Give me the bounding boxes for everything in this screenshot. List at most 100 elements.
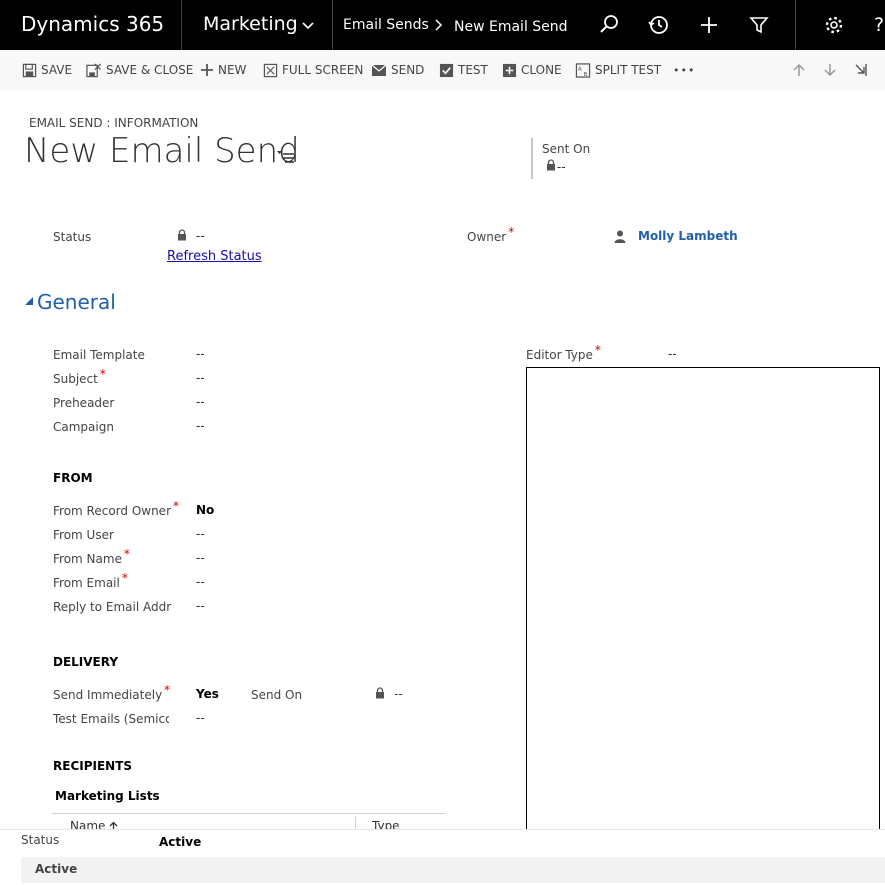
- from-record-owner-label-text: From Record Owner: [53, 504, 172, 518]
- from-user-label: From User: [53, 528, 114, 542]
- send-on-label: Send On: [251, 688, 303, 702]
- new-button-label: NEW: [218, 63, 247, 77]
- send-on-value: --: [394, 687, 403, 701]
- reply-to-email-label: Reply to Email Addres: [53, 600, 171, 614]
- new-button[interactable]: NEW: [200, 61, 246, 79]
- test-button-label: TEST: [458, 63, 488, 77]
- editor-type-label: Editor Type *: [526, 343, 601, 362]
- test-emails-field[interactable]: --: [196, 711, 205, 725]
- from-name-field[interactable]: --: [196, 551, 205, 565]
- app-brand[interactable]: Dynamics 365: [21, 12, 164, 36]
- footer-status-value: Active: [159, 835, 202, 849]
- section-title-general[interactable]: General: [37, 290, 116, 314]
- more-commands-button[interactable]: •••: [673, 61, 695, 79]
- required-indicator: *: [508, 225, 515, 239]
- footer-status-label: Status: [21, 833, 60, 847]
- status-value: --: [196, 229, 205, 243]
- from-name-label-text: From Name: [53, 552, 122, 566]
- preheader-field[interactable]: --: [196, 395, 205, 409]
- pop-out-icon[interactable]: [853, 62, 869, 78]
- arrow-up-icon[interactable]: [791, 62, 807, 78]
- module-switcher-label[interactable]: Marketing: [203, 13, 298, 35]
- lock-icon: [178, 229, 186, 241]
- send-immediately-label: Send Immediately *: [53, 683, 170, 702]
- split-test-label: SPLIT TEST: [595, 63, 662, 77]
- recent-history-icon[interactable]: [647, 13, 671, 37]
- full-screen-button[interactable]: FULL SCREEN: [263, 61, 363, 79]
- search-icon[interactable]: [597, 13, 621, 37]
- page-title: New Email Send: [24, 131, 300, 171]
- required-indicator: *: [99, 367, 106, 381]
- from-email-field[interactable]: --: [196, 575, 205, 589]
- email-template-label: Email Template: [53, 348, 145, 362]
- chevron-down-icon[interactable]: [300, 17, 316, 33]
- status-label: Status: [53, 230, 92, 244]
- split-test-icon: A B: [575, 62, 591, 78]
- editor-type-field[interactable]: --: [668, 347, 677, 361]
- save-disk-icon: [22, 63, 37, 77]
- arrow-down-icon[interactable]: [822, 62, 838, 78]
- chevron-right-icon: [435, 19, 443, 31]
- clone-button[interactable]: CLONE: [502, 61, 562, 79]
- test-button[interactable]: TEST: [439, 61, 488, 79]
- save-and-close-button[interactable]: SAVE & CLOSE: [85, 61, 193, 79]
- breadcrumb-email-sends[interactable]: Email Sends: [343, 17, 429, 33]
- subject-label-text: Subject: [53, 372, 98, 386]
- split-test-button[interactable]: A B SPLIT TEST: [575, 61, 661, 79]
- required-indicator: *: [123, 547, 130, 561]
- top-navigation-bar: Dynamics 365 Marketing Email Sends New E…: [0, 0, 885, 50]
- from-email-label: From Email *: [53, 571, 128, 590]
- save-and-close-label: SAVE & CLOSE: [106, 63, 194, 77]
- plus-icon[interactable]: [697, 13, 721, 37]
- owner-label-text: Owner: [467, 230, 507, 244]
- send-button-label: SEND: [391, 63, 425, 77]
- nav-divider: [181, 0, 182, 50]
- owner-lookup-value[interactable]: Molly Lambeth: [638, 229, 738, 243]
- svg-text:B: B: [583, 72, 587, 78]
- plus-icon: [201, 64, 213, 76]
- breadcrumb-current-record: New Email Send: [454, 19, 568, 35]
- email-content-editor[interactable]: [526, 367, 880, 839]
- sent-on-label: Sent On: [542, 142, 591, 156]
- help-icon[interactable]: ?: [874, 14, 884, 36]
- subject-field[interactable]: --: [196, 371, 205, 385]
- form-selector-icon[interactable]: [276, 148, 296, 164]
- required-indicator: *: [594, 343, 601, 357]
- reply-to-email-field[interactable]: --: [196, 599, 205, 613]
- from-user-field[interactable]: --: [196, 527, 205, 541]
- delivery-heading: DELIVERY: [53, 655, 119, 669]
- from-heading: FROM: [53, 471, 93, 485]
- checkbox-checked-icon: [439, 63, 454, 77]
- full-screen-label: FULL SCREEN: [282, 63, 364, 77]
- status-bar-text: Active: [35, 862, 78, 876]
- nav-divider: [795, 0, 796, 50]
- save-button[interactable]: SAVE: [22, 61, 72, 79]
- lock-icon: [376, 687, 384, 699]
- subject-label: Subject *: [53, 367, 106, 386]
- recipients-heading: RECIPIENTS: [53, 759, 133, 773]
- collapse-caret-icon[interactable]: [25, 297, 33, 305]
- from-name-label: From Name *: [53, 547, 130, 566]
- preheader-label: Preheader: [53, 396, 115, 410]
- full-screen-icon: [263, 63, 278, 77]
- save-close-icon: [86, 62, 101, 77]
- required-indicator: *: [164, 683, 171, 697]
- nav-divider: [332, 0, 333, 50]
- required-indicator: *: [121, 571, 128, 585]
- campaign-field[interactable]: --: [196, 419, 205, 433]
- subgrid-header-rule: [52, 813, 445, 814]
- settings-gear-icon[interactable]: [822, 13, 846, 37]
- status-bar: Active: [21, 857, 885, 883]
- from-record-owner-toggle[interactable]: No: [196, 503, 214, 517]
- column-divider: [355, 816, 356, 830]
- send-immediately-label-text: Send Immediately: [53, 688, 163, 702]
- entity-label: EMAIL SEND : INFORMATION: [29, 116, 199, 130]
- email-template-field[interactable]: --: [196, 347, 205, 361]
- command-bar: SAVE SAVE & CLOSE NEW FULL SCREEN SEND T…: [0, 50, 885, 90]
- filter-icon[interactable]: [747, 13, 771, 37]
- send-immediately-toggle[interactable]: Yes: [196, 687, 219, 701]
- user-icon: [614, 230, 626, 243]
- refresh-status-link[interactable]: Refresh Status: [167, 249, 262, 264]
- save-button-label: SAVE: [41, 63, 73, 77]
- send-button[interactable]: SEND: [371, 61, 424, 79]
